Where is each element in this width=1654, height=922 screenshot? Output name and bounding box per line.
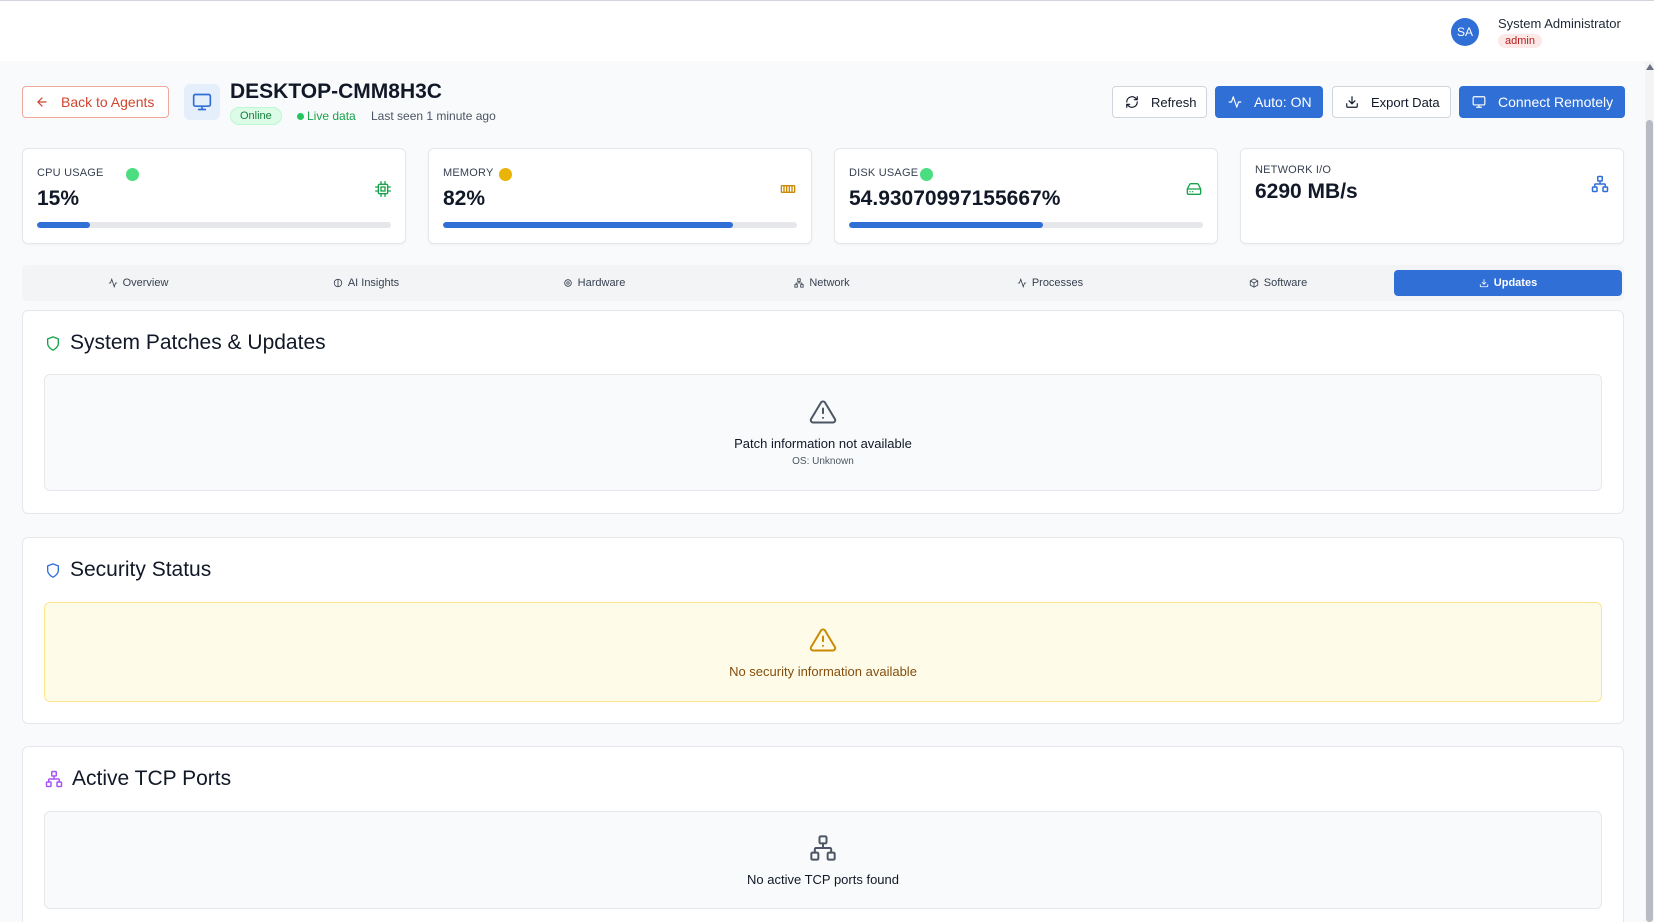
network-icon [794, 278, 804, 288]
auto-label: Auto: ON [1254, 94, 1312, 110]
cpu-value: 15% [37, 187, 80, 210]
tab-overview[interactable]: Overview [24, 270, 252, 296]
memory-status-dot [499, 168, 512, 181]
disk-label: DISK USAGE [849, 167, 919, 179]
memory-label: MEMORY [443, 167, 494, 179]
auto-refresh-toggle[interactable]: Auto: ON [1215, 86, 1323, 118]
refresh-icon [1126, 96, 1138, 108]
refresh-button[interactable]: Refresh [1112, 86, 1207, 118]
disk-usage-card: DISK USAGE 54.93070997155667% [834, 148, 1218, 244]
tcp-ports-section: Active TCP Ports No active TCP ports fou… [22, 746, 1624, 922]
alert-triangle-icon [809, 400, 837, 424]
activity-icon [1017, 278, 1026, 288]
tab-hardware[interactable]: Hardware [480, 270, 708, 296]
memory-card: MEMORY 82% [428, 148, 812, 244]
tab-label: Overview [122, 277, 169, 289]
user-role-badge: admin [1498, 34, 1542, 48]
user-name: System Administrator [1498, 16, 1621, 31]
empty-message: Patch information not available [734, 436, 912, 451]
shield-icon [47, 562, 59, 578]
tcp-header: Active TCP Ports [45, 767, 231, 791]
network-label: NETWORK I/O [1255, 164, 1332, 176]
section-title: Security Status [70, 558, 212, 581]
security-header: Security Status [45, 558, 211, 582]
arrow-left-icon [37, 97, 47, 107]
disk-status-dot [920, 168, 933, 181]
refresh-label: Refresh [1151, 94, 1197, 110]
disk-progress-bar [849, 222, 1203, 228]
cpu-usage-card: CPU USAGE 15% [22, 148, 406, 244]
status-badge: Online [230, 107, 282, 125]
monitor-icon [192, 93, 212, 111]
export-label: Export Data [1371, 94, 1440, 110]
empty-message: No security information available [729, 663, 917, 679]
device-icon-box [184, 84, 220, 120]
security-warning-state: No security information available [44, 602, 1602, 702]
tab-network[interactable]: Network [708, 270, 936, 296]
tcp-empty-state: No active TCP ports found [44, 811, 1602, 909]
patches-empty-state: Patch information not available OS: Unkn… [44, 374, 1602, 491]
package-icon [1249, 278, 1258, 288]
live-indicator-dot [297, 113, 304, 120]
tab-label: Network [809, 277, 850, 289]
security-section: Security Status No security information … [22, 537, 1624, 724]
network-io-card: NETWORK I/O 6290 MB/s [1240, 148, 1624, 244]
patches-section: System Patches & Updates Patch informati… [22, 310, 1624, 514]
alert-triangle-icon [809, 627, 837, 651]
scroll-up-arrow[interactable] [1646, 64, 1654, 70]
cpu-progress-fill [37, 222, 91, 228]
cpu-icon [375, 181, 391, 197]
section-title: Active TCP Ports [72, 767, 232, 790]
tab-ai-insights[interactable]: AI Insights [252, 270, 480, 296]
memory-value: 82% [443, 187, 486, 210]
scrollbar-thumb[interactable] [1646, 120, 1653, 922]
shield-icon [47, 335, 59, 351]
os-info: OS: Unknown [792, 456, 854, 467]
hard-drive-icon [1186, 183, 1202, 195]
avatar[interactable]: SA [1451, 18, 1479, 46]
network-icon [810, 834, 836, 861]
cpu-progress-bar [37, 222, 391, 228]
connect-remotely-button[interactable]: Connect Remotely [1459, 86, 1625, 118]
connect-label: Connect Remotely [1498, 94, 1614, 110]
cpu-status-dot [126, 168, 139, 181]
memory-progress-bar [443, 222, 797, 228]
tab-label: Processes [1031, 277, 1084, 289]
monitor-icon [1472, 96, 1486, 108]
patches-header: System Patches & Updates [45, 331, 326, 355]
network-value: 6290 MB/s [1255, 180, 1358, 203]
memory-icon [780, 185, 796, 193]
activity-icon [108, 278, 117, 288]
network-icon [1591, 175, 1609, 193]
live-data-label: Live data [307, 109, 356, 123]
back-label: Back to Agents [61, 94, 155, 110]
export-data-button[interactable]: Export Data [1332, 86, 1451, 118]
tab-label: Hardware [577, 277, 626, 289]
tab-processes[interactable]: Processes [936, 270, 1164, 296]
top-header: SA System Administrator admin [0, 0, 1654, 61]
tab-updates[interactable]: Updates [1394, 270, 1622, 296]
cpu-chip-icon [563, 279, 572, 287]
last-seen-text: Last seen 1 minute ago [371, 109, 496, 123]
tab-software[interactable]: Software [1164, 270, 1392, 296]
brain-icon [333, 278, 342, 288]
tab-bar: Overview AI Insights Hardware Network Pr… [22, 265, 1624, 301]
empty-message: No active TCP ports found [747, 871, 899, 887]
tab-label: Updates [1493, 277, 1538, 289]
download-icon [1479, 279, 1488, 288]
download-icon [1346, 96, 1358, 108]
disk-value: 54.93070997155667% [849, 187, 1061, 210]
section-title: System Patches & Updates [70, 331, 326, 354]
tab-label: AI Insights [347, 277, 400, 289]
page-title: DESKTOP-CMM8H3C [230, 80, 442, 103]
back-to-agents-button[interactable]: Back to Agents [22, 86, 169, 118]
memory-progress-fill [443, 222, 734, 228]
tab-label: Software [1263, 277, 1308, 289]
activity-icon [1228, 96, 1242, 108]
disk-progress-fill [849, 222, 1044, 228]
cpu-label: CPU USAGE [37, 167, 104, 179]
network-icon [45, 770, 63, 788]
